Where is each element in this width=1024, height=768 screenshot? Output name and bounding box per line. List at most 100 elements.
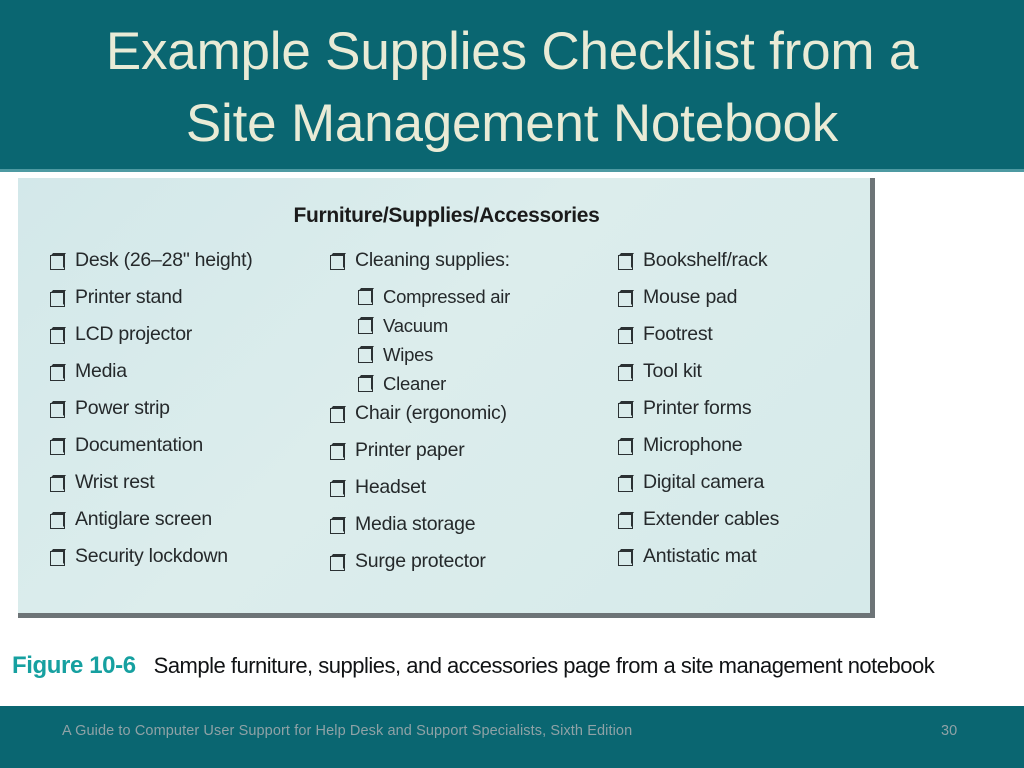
checklist-item-label: Wrist rest bbox=[75, 471, 155, 493]
checkbox-corner-fold bbox=[631, 512, 634, 527]
checkbox-corner-fold bbox=[631, 253, 634, 268]
checklist-item[interactable]: Headset bbox=[330, 475, 608, 512]
checklist-item-label: Antiglare screen bbox=[75, 508, 212, 530]
checkbox-corner-fold bbox=[631, 549, 634, 564]
checklist-item-label: Microphone bbox=[643, 434, 743, 456]
empty-checkbox-icon[interactable] bbox=[50, 364, 66, 381]
empty-checkbox-icon[interactable] bbox=[330, 253, 346, 270]
empty-checkbox-icon[interactable] bbox=[50, 438, 66, 455]
checkbox-corner-fold bbox=[63, 549, 66, 564]
supplies-checklist-panel: Furniture/Supplies/Accessories Desk (26–… bbox=[18, 178, 875, 618]
checklist-item-label: Compressed air bbox=[383, 286, 511, 307]
empty-checkbox-icon[interactable] bbox=[358, 288, 374, 305]
checklist-item[interactable]: Security lockdown bbox=[50, 544, 318, 581]
empty-checkbox-icon[interactable] bbox=[50, 401, 66, 418]
empty-checkbox-icon[interactable] bbox=[330, 480, 346, 497]
checklist-item[interactable]: Cleaning supplies: bbox=[330, 248, 608, 285]
empty-checkbox-icon[interactable] bbox=[618, 253, 634, 270]
empty-checkbox-icon[interactable] bbox=[50, 327, 66, 344]
checklist-item-label: Extender cables bbox=[643, 508, 780, 530]
checklist-item[interactable]: Tool kit bbox=[618, 359, 875, 396]
checklist-item-label: Power strip bbox=[75, 397, 170, 419]
checklist-item-label: Surge protector bbox=[355, 550, 486, 572]
checklist-item[interactable]: Microphone bbox=[618, 433, 875, 470]
empty-checkbox-icon[interactable] bbox=[618, 549, 634, 566]
empty-checkbox-icon[interactable] bbox=[618, 438, 634, 455]
checkbox-corner-fold bbox=[63, 438, 66, 453]
empty-checkbox-icon[interactable] bbox=[50, 253, 66, 270]
checklist-item[interactable]: Cleaner bbox=[330, 372, 608, 401]
checklist-item[interactable]: Documentation bbox=[50, 433, 318, 470]
empty-checkbox-icon[interactable] bbox=[358, 317, 374, 334]
checklist-item[interactable]: Power strip bbox=[50, 396, 318, 433]
empty-checkbox-icon[interactable] bbox=[618, 401, 634, 418]
empty-checkbox-icon[interactable] bbox=[618, 290, 634, 307]
checklist-item[interactable]: Chair (ergonomic) bbox=[330, 401, 608, 438]
checkbox-corner-fold bbox=[631, 401, 634, 416]
checklist-item-label: Documentation bbox=[75, 434, 203, 456]
checkbox-corner-fold bbox=[63, 475, 66, 490]
checkbox-corner-fold bbox=[63, 290, 66, 305]
checklist-item-label: Chair (ergonomic) bbox=[355, 402, 507, 424]
empty-checkbox-icon[interactable] bbox=[618, 475, 634, 492]
checklist-item[interactable]: Wipes bbox=[330, 343, 608, 372]
empty-checkbox-icon[interactable] bbox=[330, 554, 346, 571]
empty-checkbox-icon[interactable] bbox=[618, 327, 634, 344]
empty-checkbox-icon[interactable] bbox=[50, 512, 66, 529]
empty-checkbox-icon[interactable] bbox=[358, 375, 374, 392]
checklist-item[interactable]: Footrest bbox=[618, 322, 875, 359]
checkbox-corner-fold bbox=[631, 475, 634, 490]
checklist-item[interactable]: Vacuum bbox=[330, 314, 608, 343]
checklist-item[interactable]: Media storage bbox=[330, 512, 608, 549]
empty-checkbox-icon[interactable] bbox=[50, 549, 66, 566]
empty-checkbox-icon[interactable] bbox=[358, 346, 374, 363]
empty-checkbox-icon[interactable] bbox=[618, 512, 634, 529]
checklist-item-label: Vacuum bbox=[383, 315, 448, 336]
checklist-columns: Desk (26–28" height) Printer stand LCD pro… bbox=[18, 248, 875, 586]
checklist-item[interactable]: Printer paper bbox=[330, 438, 608, 475]
checklist-item[interactable]: Surge protector bbox=[330, 549, 608, 586]
checkbox-corner-fold bbox=[631, 327, 634, 342]
checkbox-corner-fold bbox=[371, 288, 374, 303]
checkbox-corner-fold bbox=[371, 375, 374, 390]
checklist-item[interactable]: Printer forms bbox=[618, 396, 875, 433]
checklist-item[interactable]: Wrist rest bbox=[50, 470, 318, 507]
checklist-column-2: Cleaning supplies: Compressed air Vacuum Wi… bbox=[318, 248, 608, 586]
checklist-item-label: Wipes bbox=[383, 344, 434, 365]
checklist-item[interactable]: Compressed air bbox=[330, 285, 608, 314]
checklist-item-label: Printer paper bbox=[355, 439, 465, 461]
checklist-item[interactable]: LCD projector bbox=[50, 322, 318, 359]
checkbox-corner-fold bbox=[371, 346, 374, 361]
checklist-item[interactable]: Bookshelf/rack bbox=[618, 248, 875, 285]
checkbox-corner-fold bbox=[343, 443, 346, 458]
checklist-item[interactable]: Printer stand bbox=[50, 285, 318, 322]
empty-checkbox-icon[interactable] bbox=[50, 475, 66, 492]
checklist-item[interactable]: Extender cables bbox=[618, 507, 875, 544]
checklist-item-label: Footrest bbox=[643, 323, 713, 345]
empty-checkbox-icon[interactable] bbox=[330, 443, 346, 460]
figure-number-label: Figure 10-6 bbox=[12, 652, 136, 679]
checklist-item-label: Desk (26–28" height) bbox=[75, 249, 253, 271]
checklist-item-label: Media bbox=[75, 360, 127, 382]
page-title: Example Supplies Checklist from a Site M… bbox=[105, 22, 919, 153]
empty-checkbox-icon[interactable] bbox=[618, 364, 634, 381]
empty-checkbox-icon[interactable] bbox=[330, 517, 346, 534]
figure-caption: Figure 10-6 Sample furniture, supplies, … bbox=[12, 652, 1024, 680]
checklist-item-label: Printer forms bbox=[643, 397, 752, 419]
slide-title-divider bbox=[0, 169, 1024, 172]
checkbox-corner-fold bbox=[343, 480, 346, 495]
checklist-item[interactable]: Media bbox=[50, 359, 318, 396]
checklist-item[interactable]: Desk (26–28" height) bbox=[50, 248, 318, 285]
checklist-item-label: Digital camera bbox=[643, 471, 765, 493]
checklist-item-label: Mouse pad bbox=[643, 286, 738, 308]
checklist-item-label: Printer stand bbox=[75, 286, 183, 308]
checklist-item[interactable]: Mouse pad bbox=[618, 285, 875, 322]
empty-checkbox-icon[interactable] bbox=[330, 406, 346, 423]
checklist-item[interactable]: Antistatic mat bbox=[618, 544, 875, 581]
checkbox-corner-fold bbox=[343, 517, 346, 532]
checklist-item[interactable]: Digital camera bbox=[618, 470, 875, 507]
checklist-item[interactable]: Antiglare screen bbox=[50, 507, 318, 544]
checkbox-corner-fold bbox=[343, 253, 346, 268]
checklist-item-label: Tool kit bbox=[643, 360, 702, 382]
empty-checkbox-icon[interactable] bbox=[50, 290, 66, 307]
